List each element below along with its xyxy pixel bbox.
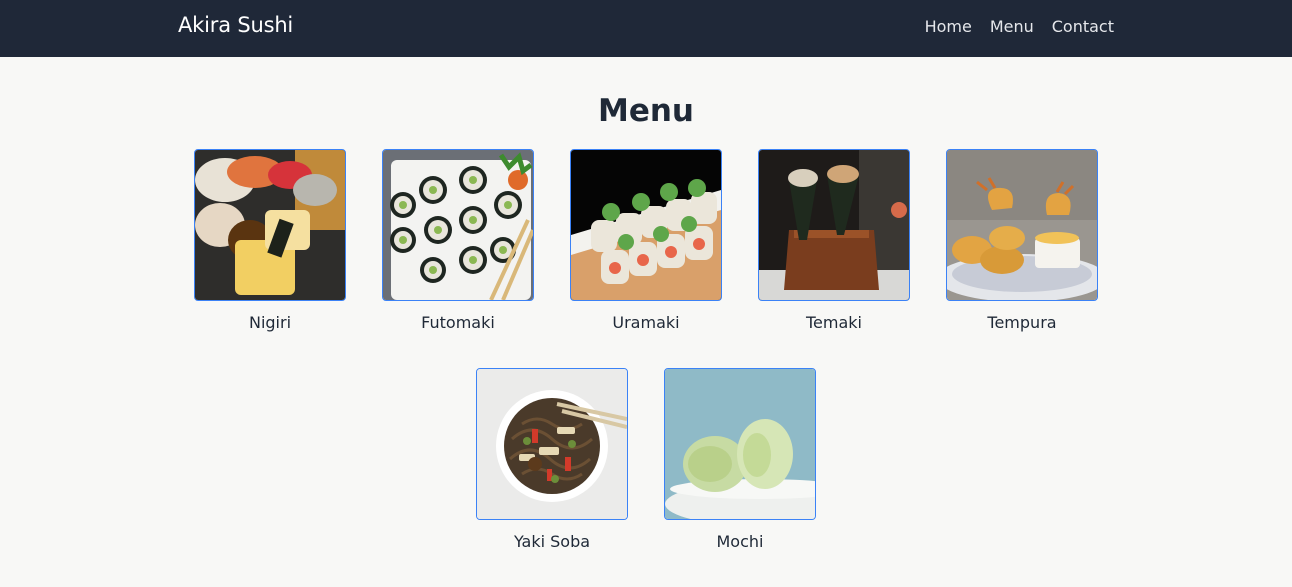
mochi-image[interactable]	[664, 368, 816, 520]
menu-item-label: Nigiri	[248, 313, 292, 332]
yaki-soba-image[interactable]	[476, 368, 628, 520]
menu-item-label: Yaki Soba	[513, 532, 591, 551]
navbar: Akira Sushi Home Menu Contact	[0, 0, 1292, 57]
temaki-image[interactable]	[758, 149, 910, 301]
menu-item-yaki-soba[interactable]: Yaki Soba	[476, 368, 628, 551]
futomaki-image[interactable]	[382, 149, 534, 301]
menu-item-uramaki[interactable]: Uramaki	[570, 149, 722, 332]
menu-item-label: Futomaki	[421, 313, 495, 332]
menu-item-label: Temaki	[806, 313, 862, 332]
menu-item-temaki[interactable]: Temaki	[758, 149, 910, 332]
nigiri-image[interactable]	[194, 149, 346, 301]
menu-row: Nigiri Futomaki Uramaki Temaki Tempura	[0, 149, 1292, 332]
tempura-image[interactable]	[946, 149, 1098, 301]
menu-item-nigiri[interactable]: Nigiri	[194, 149, 346, 332]
nav-link-contact[interactable]: Contact	[1052, 17, 1114, 36]
menu-row: Yaki Soba Mochi	[0, 368, 1292, 551]
menu-grid: Nigiri Futomaki Uramaki Temaki Tempura Y…	[0, 149, 1292, 587]
menu-item-label: Uramaki	[612, 313, 680, 332]
nav-link-menu[interactable]: Menu	[990, 17, 1034, 36]
page-title: Menu	[597, 93, 694, 129]
menu-item-mochi[interactable]: Mochi	[664, 368, 816, 551]
menu-item-tempura[interactable]: Tempura	[946, 149, 1098, 332]
nav-links: Home Menu Contact	[925, 17, 1114, 36]
brand-link[interactable]: Akira Sushi	[178, 13, 293, 37]
menu-item-label: Tempura	[987, 313, 1057, 332]
menu-item-futomaki[interactable]: Futomaki	[382, 149, 534, 332]
menu-item-label: Mochi	[716, 532, 764, 551]
uramaki-image[interactable]	[570, 149, 722, 301]
nav-link-home[interactable]: Home	[925, 17, 972, 36]
